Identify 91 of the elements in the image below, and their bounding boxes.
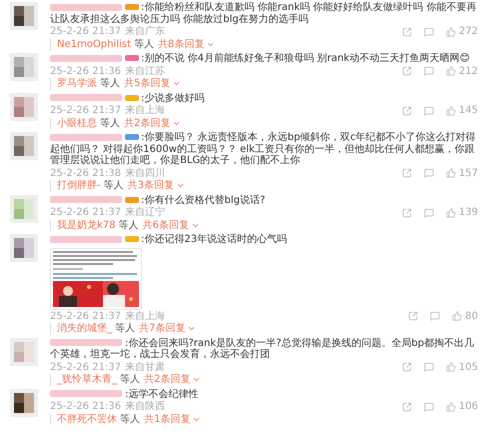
comment-icon[interactable] (424, 208, 434, 218)
comment-text: :别的不说 你4月前能练好兔子和狼母吗 别rank动不动三天打鱼两天晒网😊 (50, 53, 478, 64)
like-icon[interactable] (446, 168, 456, 178)
reply-username[interactable]: 小眼桂息 (57, 118, 97, 129)
share-icon[interactable] (402, 66, 412, 76)
comment-time: 25-2-26 21:37 (50, 26, 122, 38)
blurred-username[interactable] (50, 134, 122, 141)
reply-count-link[interactable]: 共7条回复 (139, 323, 196, 334)
share-icon[interactable] (402, 168, 412, 178)
comment-text: :你要脸吗？ 永远责怪版本，永远bp倾斜你，双c年纪都不小了你这么打对得起他们吗？ 对得起你1600w的工资吗？？ elk工资只有你的一半，但他却比任何人都想赢，你跟管理层说说让他们走吧，你是BLG的太子，他们配不上你 (50, 132, 477, 166)
comment-text: :少说多做好吗 (50, 92, 478, 104)
comment-icon[interactable] (424, 362, 434, 372)
avatar-icon[interactable] (10, 388, 38, 416)
like-icon[interactable] (446, 362, 456, 372)
comment-icon[interactable] (424, 106, 434, 116)
reply-count-link[interactable]: 共3条回复 (128, 180, 185, 192)
reply-count-link[interactable]: 共2条回复 (144, 374, 202, 386)
comment-location: 来自辽宁 (125, 207, 166, 218)
like-icon[interactable] (446, 402, 456, 412)
blurred-username[interactable] (50, 196, 122, 204)
comment-time: 25-2-26 21:37 (50, 207, 122, 218)
comment-icon[interactable] (430, 311, 440, 322)
comment-icon[interactable] (424, 66, 434, 76)
like-icon[interactable] (446, 208, 456, 218)
like-count: 80 (465, 310, 478, 322)
comment-time: 25-2-26 21:37 (50, 310, 122, 322)
reply-count-link[interactable]: 共6条回复 (142, 220, 200, 231)
reply-others: 等人 (134, 38, 154, 50)
comment-text: :你还记得23年说这话时的心气吗 (50, 234, 478, 246)
reply-others: 等人 (100, 118, 120, 129)
reply-others: 等人 (100, 78, 120, 90)
comment-location: 来自甘肃 (125, 362, 166, 373)
blurred-username[interactable] (50, 94, 122, 102)
blurred-username[interactable] (50, 236, 122, 243)
comment-text: :你有什么资格代替blg说话? (50, 194, 478, 206)
share-icon[interactable] (402, 106, 412, 116)
comment-location: 来自广东 (125, 26, 166, 38)
share-icon[interactable] (402, 362, 412, 372)
like-count: 272 (458, 26, 478, 38)
reply-username[interactable]: Ne1moOphilist (57, 38, 131, 50)
like-icon[interactable] (452, 311, 462, 322)
reply-others: 等人 (120, 374, 140, 386)
comment-time: 25-2-26 21:38 (50, 168, 122, 179)
comment-text: :远学不会纪律性 (50, 388, 478, 400)
reply-username[interactable]: 打倒胖胖- (57, 180, 101, 192)
comment-location: 来自江苏 (125, 66, 166, 77)
reply-username[interactable]: 消失的城堡_ (57, 323, 112, 334)
reply-count-link[interactable]: 共5条回复 (124, 78, 182, 90)
comment-icon[interactable] (424, 168, 434, 178)
like-count: 105 (458, 362, 478, 373)
avatar-icon[interactable] (10, 2, 38, 30)
blurred-username[interactable] (50, 390, 122, 398)
like-count: 157 (458, 168, 478, 179)
reply-count-link[interactable]: 共2条回复 (124, 118, 182, 129)
like-icon[interactable] (446, 66, 456, 76)
comment-time: 25-2-26 21:36 (50, 401, 122, 412)
like-icon[interactable] (446, 106, 456, 116)
share-icon[interactable] (402, 402, 412, 412)
comment-time: 25-2-26 21:36 (50, 66, 122, 77)
reply-count-link[interactable]: 共1条回复 (144, 414, 202, 425)
comment-icon[interactable] (424, 402, 434, 412)
comment-location: 来自上海 (125, 310, 166, 322)
reply-username[interactable]: 罗马学派 (57, 78, 97, 90)
comment-location: 来自四川 (125, 168, 166, 179)
reply-count-link[interactable]: 共8条回复 (158, 38, 216, 50)
comment-time: 25-2-26 21:37 (50, 362, 122, 373)
like-count: 145 (458, 105, 478, 116)
comment-text: :你还会回来吗?rank是队友的一半?总觉得输是换线的问题。全局bp都掏不出几个英雄，坦克一坨，战士只会发育，永远不会打团 (50, 338, 476, 360)
share-icon[interactable] (408, 311, 418, 322)
like-count: 106 (458, 401, 478, 412)
reply-username[interactable]: 我是奶龙k78 (57, 220, 116, 231)
comment-location: 来自陕西 (125, 401, 166, 412)
embedded-post-card[interactable] (50, 248, 142, 310)
comment-text: :你能给粉丝和队友道歉吗 你能rank吗 你能好好给队友做绿叶吗 你能不要再让队友承担这么多舆论压力吗 你能放过blg在努力的选手吗 (50, 2, 478, 25)
like-count: 212 (458, 66, 478, 77)
comment-location: 来自上海 (125, 105, 166, 116)
reply-others: 等人 (115, 323, 135, 334)
reply-others: 等人 (120, 414, 140, 425)
share-icon[interactable] (402, 208, 412, 218)
blurred-username[interactable] (50, 339, 122, 346)
blurred-username[interactable] (50, 4, 122, 11)
like-icon[interactable] (446, 26, 456, 37)
share-icon[interactable] (402, 26, 412, 37)
comment-time: 25-2-26 21:37 (50, 105, 122, 116)
blurred-username[interactable] (50, 54, 122, 62)
like-count: 139 (458, 207, 478, 218)
reply-others: 等人 (118, 220, 139, 231)
comment-icon[interactable] (424, 26, 434, 37)
reply-username[interactable]: _犹怜草木青_ (57, 374, 117, 386)
reply-username[interactable]: 不胖死不罢休 (57, 414, 117, 425)
reply-others: 等人 (104, 180, 124, 192)
